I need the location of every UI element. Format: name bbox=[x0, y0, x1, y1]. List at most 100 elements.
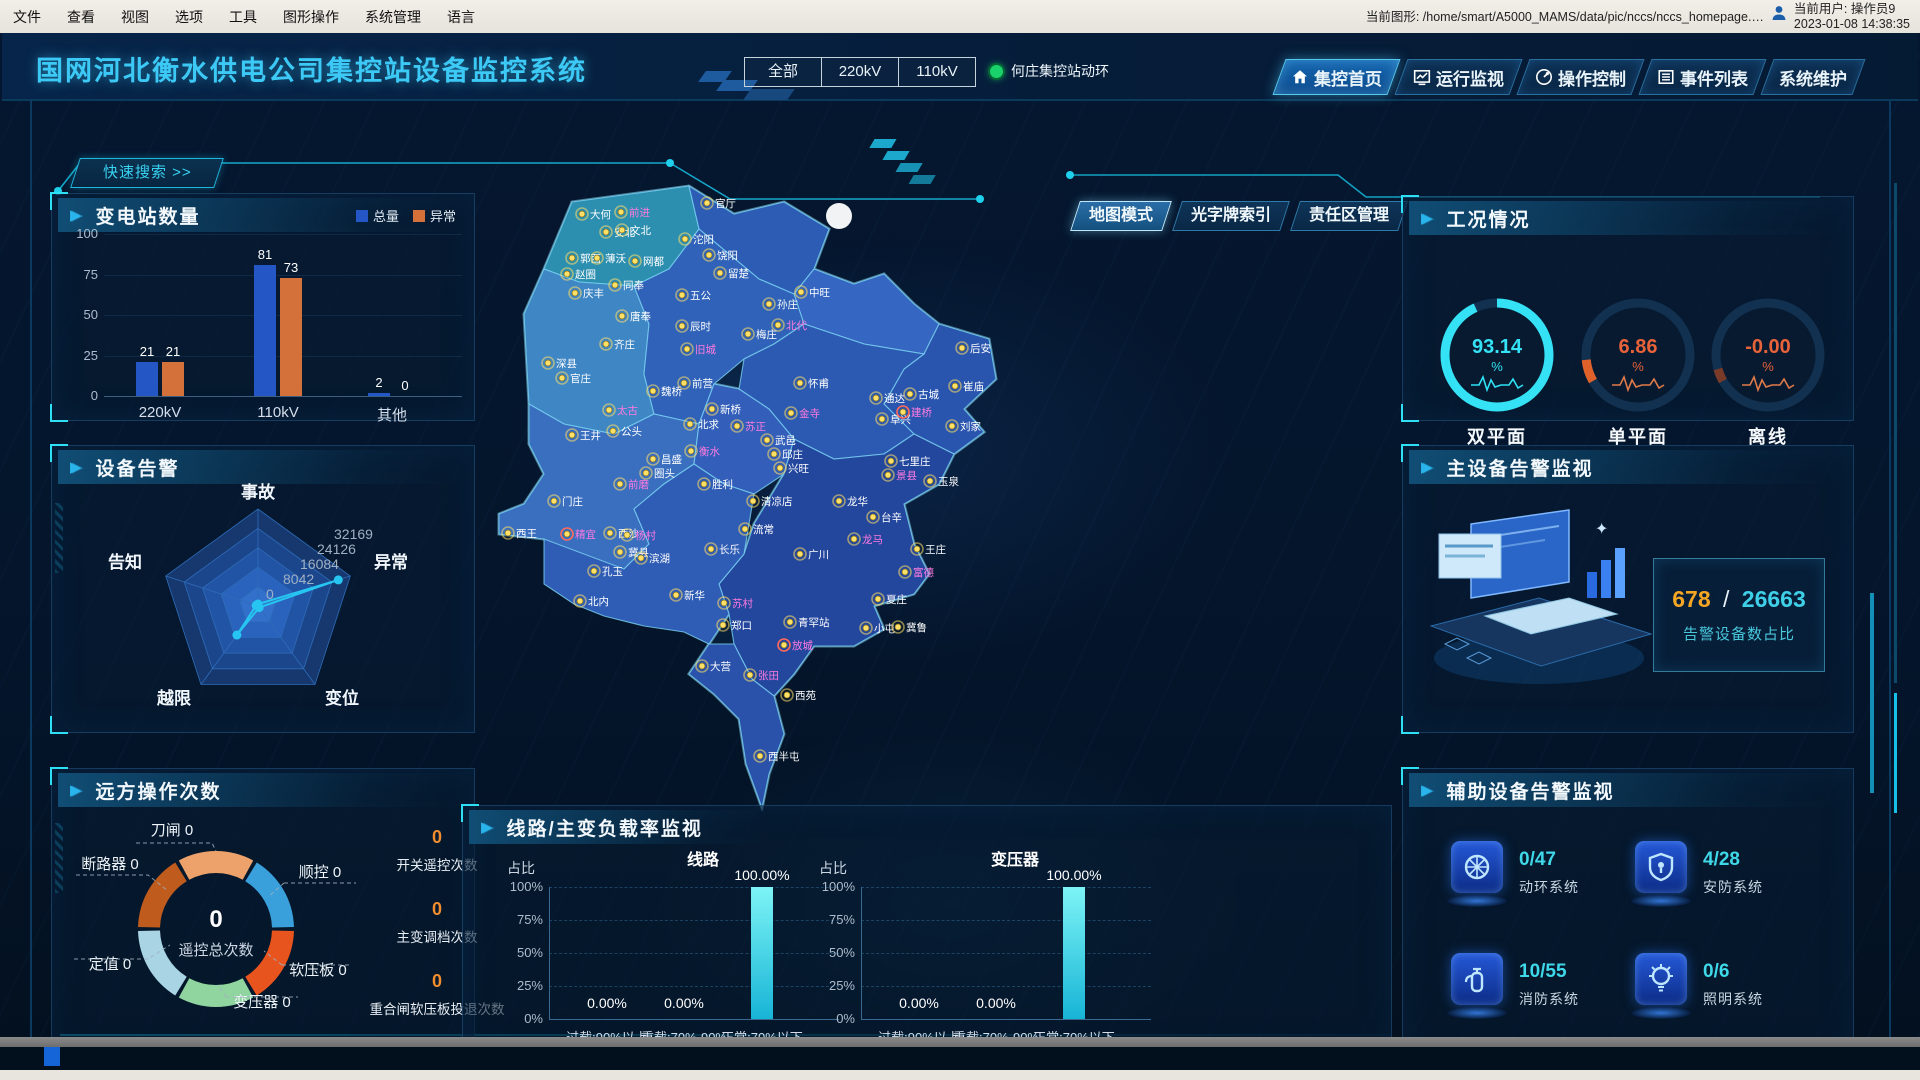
aux-item-动环系统[interactable]: 0/47动环系统 bbox=[1451, 837, 1641, 942]
filter-220kV[interactable]: 220kV bbox=[822, 57, 899, 87]
svg-text:刀闸 0: 刀闸 0 bbox=[151, 822, 194, 839]
aux-value: 4/28 bbox=[1703, 849, 1740, 871]
svg-text:西半屯: 西半屯 bbox=[768, 750, 800, 763]
nav-tab-系统维护[interactable]: 系统维护 bbox=[1767, 59, 1859, 95]
svg-text:北求: 北求 bbox=[698, 419, 719, 431]
svg-text:事故: 事故 bbox=[241, 482, 276, 502]
svg-text:建桥: 建桥 bbox=[911, 406, 932, 419]
legend-总量: 总量 bbox=[356, 206, 399, 225]
svg-text:越限: 越限 bbox=[156, 688, 191, 708]
panel-arrow-icon: ▶ bbox=[1421, 458, 1433, 476]
nav-tab-label: 操作控制 bbox=[1558, 65, 1626, 90]
panel-title: 设备告警 bbox=[96, 454, 180, 481]
edge-decor bbox=[1870, 593, 1874, 793]
svg-text:兴旺: 兴旺 bbox=[788, 463, 809, 475]
panel-device-alarm: ▶ 设备告警 事故异常变位越限告知08042160842412632169 bbox=[51, 445, 475, 733]
svg-text:通达: 通达 bbox=[884, 393, 905, 405]
os-taskbar[interactable] bbox=[0, 1037, 1920, 1047]
svg-text:西苑: 西苑 bbox=[795, 689, 816, 702]
menu-items: 文件查看视图选项工具图形操作系统管理语言 bbox=[0, 7, 488, 27]
aux-value: 0/47 bbox=[1519, 849, 1556, 871]
user-icon bbox=[1772, 5, 1786, 21]
menu-item-视图[interactable]: 视图 bbox=[108, 7, 162, 27]
load-chart-变压器: 变压器占比0%25%50%75%100%过载:90%以上0.00%重载:70%-… bbox=[805, 806, 1235, 1054]
svg-text:衡水: 衡水 bbox=[699, 446, 720, 458]
svg-text:邱庄: 邱庄 bbox=[782, 448, 803, 461]
svg-text:北内: 北内 bbox=[588, 595, 609, 608]
user-block: 当前用户: 操作员9 2023-01-08 14:38:35 bbox=[1794, 2, 1910, 32]
panel-substation-count: ▶ 变电站数量 总量异常 0255075100220kV2121110kV817… bbox=[51, 193, 475, 421]
map-button-责任区管理[interactable]: 责任区管理 bbox=[1295, 201, 1403, 231]
map-station-西苑[interactable]: 西苑 bbox=[781, 689, 816, 702]
nav-tab-事件列表[interactable]: 事件列表 bbox=[1645, 59, 1760, 95]
svg-text:七里庄: 七里庄 bbox=[899, 455, 931, 468]
page-title: 国网河北衡水供电公司集控站设备监控系统 bbox=[36, 49, 587, 88]
nav-tab-运行监视[interactable]: 运行监视 bbox=[1401, 59, 1516, 95]
map-station-冀鲁[interactable]: 冀鲁 bbox=[892, 621, 927, 634]
voltage-filter-group: 全部220kV110kV bbox=[744, 57, 976, 87]
svg-text:后安: 后安 bbox=[970, 342, 991, 355]
menu-item-语言[interactable]: 语言 bbox=[434, 7, 488, 27]
menu-item-系统管理[interactable]: 系统管理 bbox=[352, 7, 434, 27]
taskbar-chip bbox=[44, 1047, 60, 1066]
gauge-双平面: 93.14% bbox=[1435, 293, 1559, 417]
svg-text:景县: 景县 bbox=[896, 470, 917, 482]
window-frame-left bbox=[30, 33, 32, 1045]
svg-text:王庄: 王庄 bbox=[925, 543, 946, 556]
svg-text:辰时: 辰时 bbox=[690, 321, 711, 333]
aux-label: 照明系统 bbox=[1703, 989, 1763, 1009]
aux-item-安防系统[interactable]: 4/28安防系统 bbox=[1635, 837, 1825, 942]
filter-110kV[interactable]: 110kV bbox=[899, 57, 976, 87]
svg-text:前营: 前营 bbox=[692, 377, 713, 390]
nav-tab-操作控制[interactable]: 操作控制 bbox=[1523, 59, 1638, 95]
filter-全部[interactable]: 全部 bbox=[744, 57, 822, 87]
svg-text:怀甫: 怀甫 bbox=[808, 377, 829, 390]
menu-item-文件[interactable]: 文件 bbox=[0, 7, 54, 27]
menu-item-查看[interactable]: 查看 bbox=[54, 7, 108, 27]
legend-异常: 异常 bbox=[413, 206, 456, 225]
power-env-icon bbox=[1451, 841, 1503, 893]
menu-item-工具[interactable]: 工具 bbox=[216, 7, 270, 27]
aux-value: 0/6 bbox=[1703, 961, 1729, 983]
map-mode-buttons: 地图模式光字牌索引责任区管理 bbox=[1075, 201, 1403, 231]
panel-header: ▶ 远方操作次数 bbox=[58, 773, 468, 807]
svg-text:胜利: 胜利 bbox=[712, 479, 733, 491]
svg-text:梅庄: 梅庄 bbox=[756, 328, 777, 341]
work-condition-gauges: 93.14%双平面6.86%单平面-0.00%离线 bbox=[1403, 231, 1853, 420]
svg-text:网都: 网都 bbox=[643, 256, 664, 268]
svg-text:精宜: 精宜 bbox=[575, 528, 596, 541]
quick-search-button[interactable]: 快速搜索 >> bbox=[70, 158, 224, 188]
list-icon bbox=[1657, 68, 1675, 86]
nav-tab-集控首页[interactable]: 集控首页 bbox=[1279, 59, 1394, 95]
menu-item-选项[interactable]: 选项 bbox=[162, 7, 216, 27]
total-count: 26663 bbox=[1742, 586, 1806, 612]
ring-network-status: 何庄集控站动环 bbox=[990, 61, 1109, 81]
status-green-dot bbox=[990, 65, 1003, 78]
edge-decor bbox=[1894, 693, 1897, 813]
svg-text:门庄: 门庄 bbox=[562, 495, 583, 508]
dashboard: 国网河北衡水供电公司集控站设备监控系统 全部220kV110kV 何庄集控站动环… bbox=[0, 33, 1920, 1070]
svg-text:昌盛: 昌盛 bbox=[661, 453, 682, 466]
svg-text:前磨: 前磨 bbox=[628, 478, 649, 491]
svg-text:-0.00: -0.00 bbox=[1745, 336, 1791, 358]
svg-text:告知: 告知 bbox=[108, 552, 142, 572]
svg-text:孙庄: 孙庄 bbox=[777, 298, 798, 311]
chart-legend: 总量异常 bbox=[356, 206, 456, 225]
svg-text:%: % bbox=[1632, 359, 1644, 374]
svg-text:异常: 异常 bbox=[374, 552, 408, 572]
panel-load-rate: ▶ 线路/主变负载率监视 线路占比0%25%50%75%100%过载:90%以上… bbox=[462, 805, 1392, 1055]
map-button-光字牌索引[interactable]: 光字牌索引 bbox=[1177, 201, 1285, 231]
svg-text:薄沃: 薄沃 bbox=[605, 252, 626, 265]
svg-text:张田: 张田 bbox=[758, 670, 779, 682]
light-bulb-icon bbox=[1635, 953, 1687, 1005]
gauge-离线: -0.00% bbox=[1706, 293, 1830, 417]
alarm-count: 678 bbox=[1672, 586, 1710, 612]
svg-text:台辛: 台辛 bbox=[881, 511, 902, 524]
svg-text:青罕站: 青罕站 bbox=[798, 616, 830, 629]
map-button-地图模式[interactable]: 地图模式 bbox=[1075, 201, 1167, 231]
menu-item-图形操作[interactable]: 图形操作 bbox=[270, 7, 352, 27]
svg-text:富德: 富德 bbox=[913, 566, 934, 579]
main-nav: 集控首页运行监视 操作控制事件列表系统维护 bbox=[1279, 59, 1859, 95]
svg-text:断路器 0: 断路器 0 bbox=[81, 856, 139, 873]
svg-text:夏庄: 夏庄 bbox=[886, 593, 907, 606]
